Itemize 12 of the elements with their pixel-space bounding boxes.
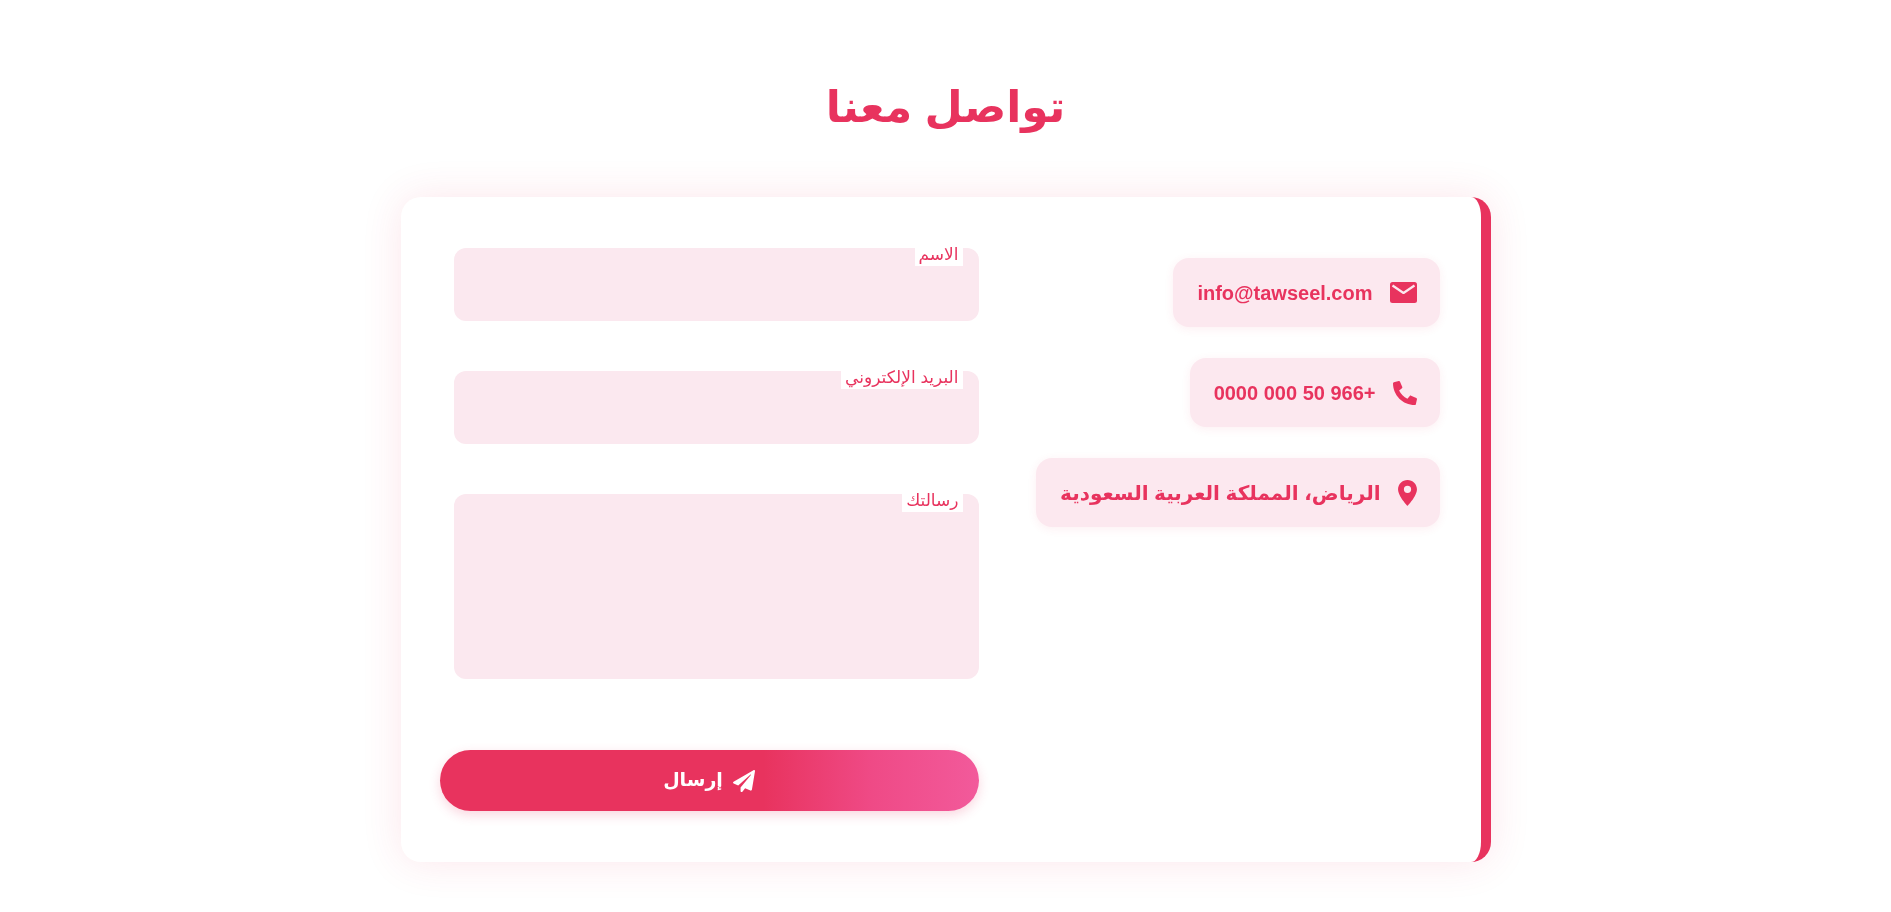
map-pin-icon [1397,479,1417,506]
field-label: البريد الإلكتروني [841,367,963,389]
envelope-icon [1389,282,1417,303]
field-label: الاسم [914,244,963,266]
phone-number: +966 50 000 0000 [1213,380,1376,406]
field-label: رسالتك [902,490,963,512]
send-button[interactable]: إرسال [439,750,979,811]
email-address: info@tawseel.com [1197,280,1373,306]
address-text: الرياض، المملكة العربية السعودية [1060,480,1381,507]
phone-icon [1392,380,1417,405]
paper-plane-icon [732,769,755,792]
page-title: تواصل معنا [825,81,1066,133]
